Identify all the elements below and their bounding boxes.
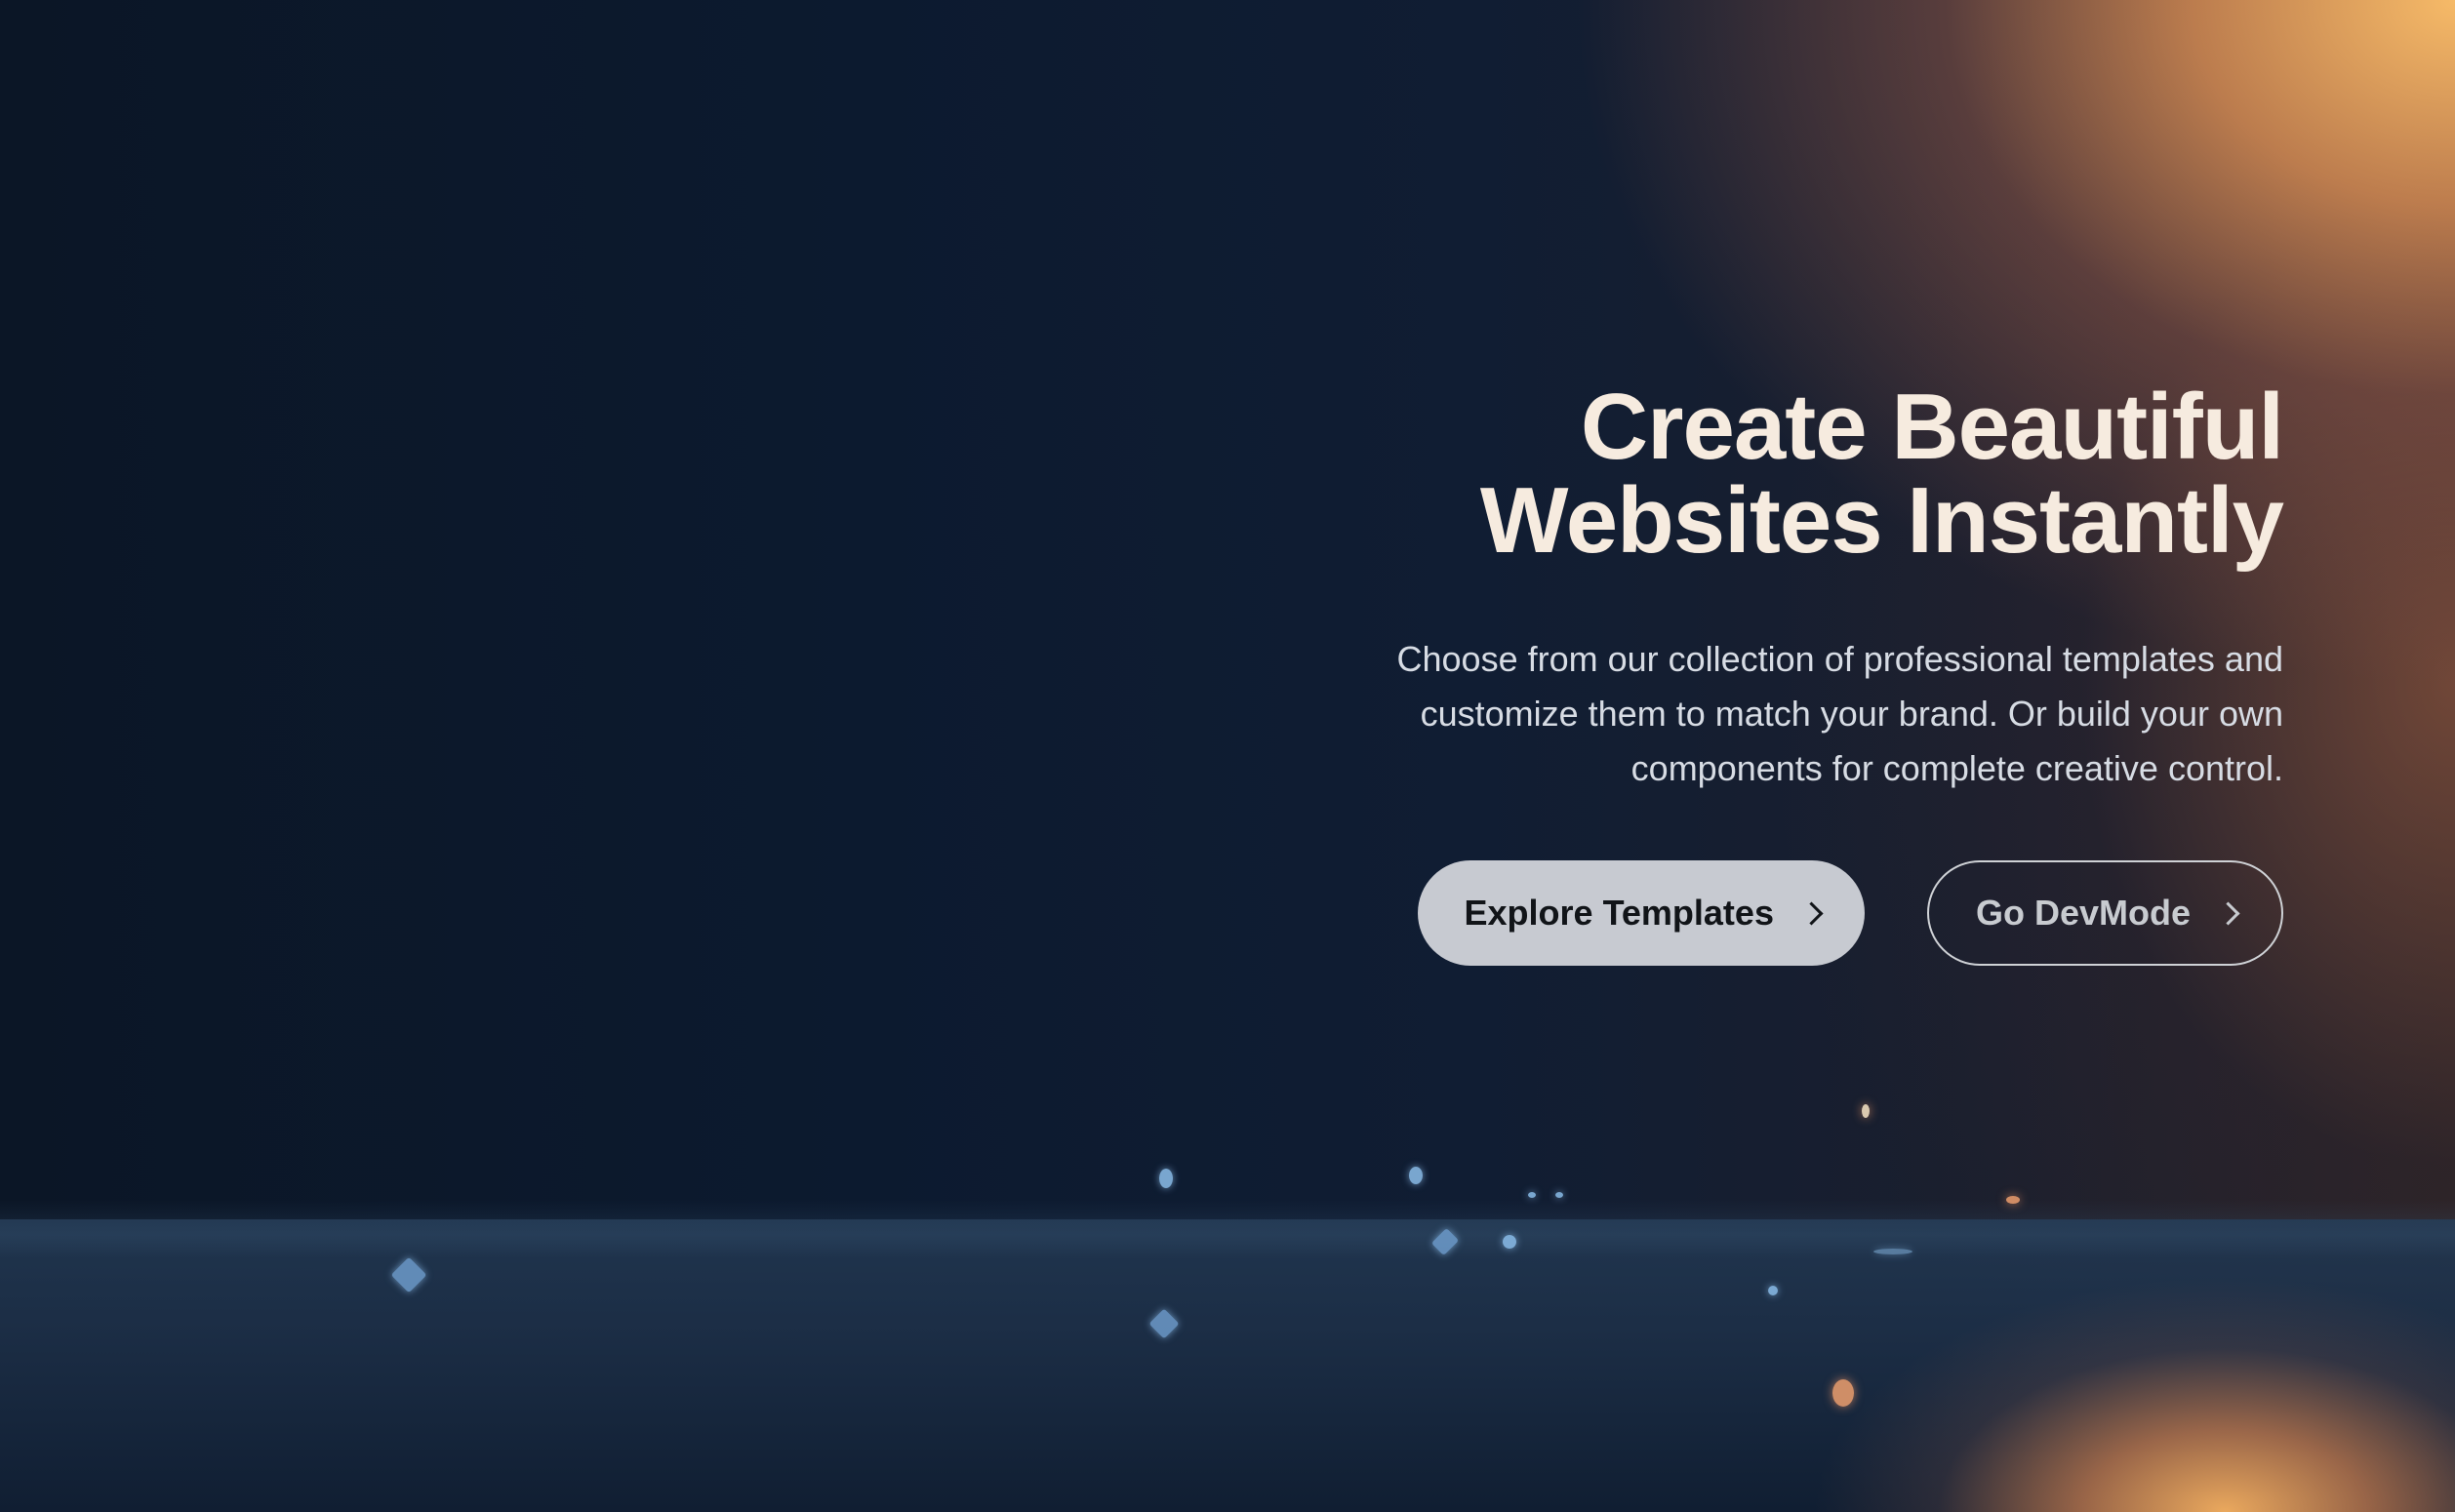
particle [1159,1169,1173,1188]
particle [1409,1167,1423,1184]
floor-background [0,1219,2455,1512]
hero-subtitle: Choose from our collection of profession… [1396,639,2284,788]
go-devmode-button[interactable]: Go DevMode [1926,860,2283,966]
particle [2006,1196,2020,1204]
chevron-right-icon [2216,900,2240,926]
hero-section: Create Beautiful Websites Instantly Choo… [0,0,2455,1512]
particle [1768,1286,1778,1295]
hero-actions: Explore Templates Go DevMode [1210,860,2283,966]
particle [1862,1104,1870,1118]
floor-haze [0,1200,2455,1258]
hero-title: Create Beautiful Websites Instantly [1210,375,2284,573]
chevron-right-icon [1799,900,1824,926]
explore-templates-label: Explore Templates [1464,893,1774,933]
hero-title-line-1: Create Beautiful [1580,375,2284,479]
particle [1555,1192,1563,1198]
particle [1832,1379,1854,1407]
hero-content: Create Beautiful Websites Instantly Choo… [1210,375,2284,966]
particle [1503,1235,1516,1249]
particle [1528,1192,1536,1198]
particle [1873,1249,1912,1254]
go-devmode-label: Go DevMode [1975,893,2191,933]
explore-templates-button[interactable]: Explore Templates [1417,860,1865,966]
hero-title-line-2: Websites Instantly [1479,468,2284,573]
